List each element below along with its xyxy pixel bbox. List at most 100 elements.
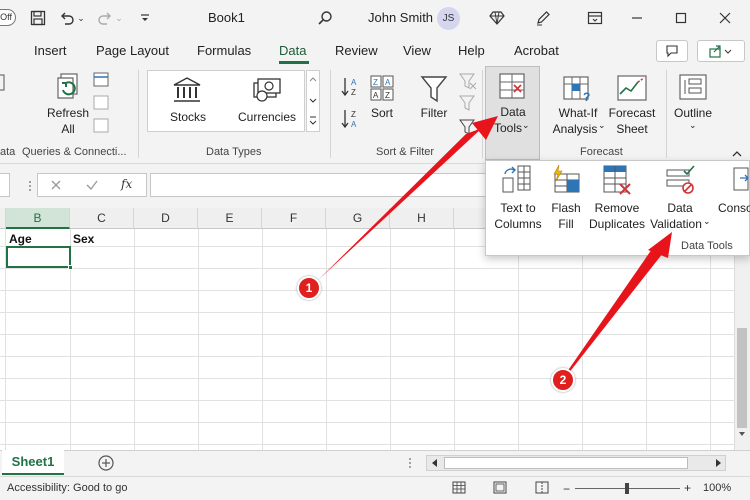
fill-handle[interactable] (68, 265, 73, 270)
diamond-icon[interactable] (487, 8, 507, 28)
horizontal-scroll-thumb[interactable] (444, 457, 688, 469)
currencies-button[interactable]: Currencies (234, 74, 300, 130)
data-validation-button[interactable]: Data Validation ⌄ (648, 164, 712, 236)
cell-b1[interactable]: Age (9, 232, 32, 246)
refresh-all-button[interactable]: Refresh All (45, 72, 91, 140)
user-name[interactable]: John Smith (368, 10, 433, 25)
column-header-f[interactable]: F (262, 208, 326, 229)
svg-text:Z: Z (385, 91, 390, 100)
gridline (646, 229, 647, 450)
gridline (134, 229, 135, 450)
gridline (582, 229, 583, 450)
undo-icon[interactable] (57, 8, 77, 28)
sort-za-button[interactable]: Z A (340, 108, 362, 133)
insert-function-button[interactable]: fx (121, 177, 132, 191)
consolidate-button[interactable]: Conso (714, 164, 750, 236)
sheet-tab-sheet1[interactable]: Sheet1 (2, 450, 64, 475)
column-header-g[interactable]: G (326, 208, 390, 229)
svg-text:A: A (373, 91, 379, 100)
queries-small-buttons[interactable] (93, 72, 109, 137)
gridline (0, 356, 736, 357)
search-icon[interactable] (315, 8, 335, 28)
tab-data[interactable]: Data (279, 43, 306, 58)
drag-handle-icon[interactable] (28, 180, 32, 195)
column-header-h[interactable]: H (390, 208, 454, 229)
flash-fill-sub-label: Fill (558, 217, 574, 231)
confirm-entry-icon[interactable] (85, 178, 99, 195)
share-button[interactable] (697, 40, 745, 62)
data-validation-label: Data (667, 201, 693, 215)
add-sheet-icon[interactable] (97, 454, 115, 475)
close-icon[interactable] (715, 8, 735, 28)
ribbon-display-icon[interactable] (585, 8, 605, 28)
tab-split-handle-icon[interactable] (408, 457, 412, 472)
group-label-data-types: Data Types (206, 146, 262, 158)
normal-view-icon[interactable] (452, 481, 466, 497)
comments-button[interactable] (656, 40, 688, 62)
column-header-e[interactable]: E (198, 208, 262, 229)
tab-formulas[interactable]: Formulas (197, 43, 251, 58)
save-icon[interactable] (28, 8, 48, 28)
zoom-slider-thumb[interactable] (625, 483, 629, 494)
remove-duplicates-button[interactable]: Remove Duplicates (586, 164, 648, 236)
sort-az-button[interactable]: A Z (340, 76, 362, 101)
queries-icons (93, 72, 109, 133)
column-header-b[interactable]: B (6, 208, 70, 229)
undo-dropdown-icon[interactable]: ⌄ (75, 8, 87, 28)
forecast-label: Forecast (608, 106, 656, 120)
forecast-sheet-button[interactable]: Forecast Sheet (607, 72, 657, 138)
formula-input[interactable] (150, 173, 490, 197)
stocks-button[interactable]: Stocks (158, 74, 218, 130)
active-cell-b2[interactable] (6, 246, 71, 268)
pen-icon[interactable] (533, 8, 553, 28)
accessibility-status[interactable]: Accessibility: Good to go (7, 482, 127, 494)
tab-page-layout[interactable]: Page Layout (96, 43, 169, 58)
refresh-icon (57, 73, 78, 99)
group-separator (666, 70, 667, 158)
what-if-sub-label: Analysis (552, 122, 598, 136)
zoom-out-icon[interactable]: − (563, 482, 570, 496)
cancel-entry-icon[interactable] (49, 178, 63, 195)
column-header-d[interactable]: D (134, 208, 198, 229)
remove-duplicates-label: Remove (594, 201, 640, 215)
remove-duplicates-icon (603, 165, 631, 195)
customize-toolbar-icon[interactable] (135, 8, 155, 28)
maximize-icon[interactable] (671, 8, 691, 28)
svg-text:Z: Z (351, 88, 356, 97)
column-header-c[interactable]: C (70, 208, 134, 229)
tab-acrobat[interactable]: Acrobat (514, 43, 559, 58)
filter-button[interactable]: Filter (415, 72, 453, 132)
share-icon (709, 45, 732, 58)
filter-label: Filter (420, 106, 448, 120)
what-if-analysis-button[interactable]: ? What-If Analysis ⌄ (549, 72, 607, 138)
text-to-columns-button[interactable]: Text to Columns (490, 164, 546, 236)
gridline (0, 378, 736, 379)
cell-c1[interactable]: Sex (73, 232, 94, 246)
tab-help[interactable]: Help (458, 43, 485, 58)
svg-text:A: A (351, 120, 357, 129)
gridline (710, 229, 711, 450)
tab-view[interactable]: View (403, 43, 431, 58)
gridline (0, 334, 736, 335)
zoom-level[interactable]: 100% (703, 482, 731, 494)
flash-fill-button[interactable]: Flash Fill (546, 164, 586, 236)
redo-icon (95, 8, 115, 28)
data-validation-sub-label: Validation (650, 217, 702, 231)
page-layout-view-icon[interactable] (493, 481, 507, 497)
page-break-view-icon[interactable] (535, 481, 549, 497)
outline-button[interactable]: Outline ⌄ (670, 72, 716, 132)
tab-insert[interactable]: Insert (34, 43, 67, 58)
avatar[interactable]: JS (437, 7, 460, 30)
gridline (0, 312, 736, 313)
zoom-in-icon[interactable]: + (684, 481, 691, 495)
tab-review[interactable]: Review (335, 43, 378, 58)
gridline (0, 268, 736, 269)
sort-za-icon: Z A (341, 110, 357, 129)
text-to-columns-label: Text to (500, 201, 536, 215)
group-separator (330, 70, 331, 158)
sort-button[interactable]: Z A A Z Sort (367, 72, 397, 132)
gallery-scroll[interactable] (306, 70, 320, 132)
name-box[interactable] (0, 173, 10, 197)
data-tools-icon (499, 73, 525, 99)
minimize-icon[interactable] (627, 8, 647, 28)
